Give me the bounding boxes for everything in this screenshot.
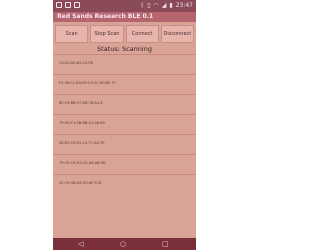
status-right-icons: ᛒ ▯ ◠ ◢ ▮ 23:47: [141, 1, 193, 10]
notification-icon: [74, 2, 80, 8]
device-address: 20:79:4D:09:D3:4F:7C6: [59, 181, 102, 185]
app-title: Red Sands Research BLE 0.1: [57, 13, 154, 20]
home-icon[interactable]: ○: [120, 240, 126, 248]
recent-apps-icon[interactable]: □: [162, 240, 169, 248]
list-item[interactable]: F2:58:F1:D3:0E:C3 5C:AF:BE 7T: [53, 74, 196, 94]
list-item[interactable]: 79:79:C9:D3:22:A8:A8:9D: [53, 154, 196, 174]
status-text: Status: Scanning: [97, 45, 152, 53]
toolbar-buttons: Scan Stop Scan Connect Disconnect: [55, 25, 194, 43]
status-time: 23:47: [175, 2, 193, 9]
vibrate-icon: ▯: [147, 2, 151, 9]
disconnect-button[interactable]: Disconnect: [160, 25, 194, 43]
list-item[interactable]: 79:3D:F1:2B:8B:12:A8:65: [53, 114, 196, 134]
wifi-icon: ◠: [153, 2, 159, 9]
list-item[interactable]: C4:52:A0:B3:12:FB: [53, 54, 196, 74]
device-address: 79:79:C9:D3:22:A8:A8:9D: [59, 161, 106, 165]
notification-icon: [65, 2, 71, 8]
stop-scan-button[interactable]: Stop Scan: [90, 25, 124, 43]
back-icon[interactable]: ◁: [78, 240, 83, 248]
device-address: 60:19:8B:97:8D:7B:A1:E: [59, 101, 103, 105]
device-list: C4:52:A0:B3:12:FB F2:58:F1:D3:0E:C3 5C:A…: [53, 54, 196, 194]
device-address: F2:58:F1:D3:0E:C3 5C:AF:BE 7T: [59, 81, 116, 85]
status-bar: ᛒ ▯ ◠ ◢ ▮ 23:47: [53, 0, 196, 12]
list-item[interactable]: 28:E2:03:D5:12:77:A0:7E: [53, 134, 196, 154]
battery-icon: ▮: [169, 2, 173, 9]
phone-screen: ᛒ ▯ ◠ ◢ ▮ 23:47 Red Sands Research BLE 0…: [53, 0, 196, 250]
list-item[interactable]: 20:79:4D:09:D3:4F:7C6: [53, 174, 196, 194]
status-left-icons: [56, 2, 80, 8]
scan-button[interactable]: Scan: [55, 25, 89, 43]
device-address: 79:3D:F1:2B:8B:12:A8:65: [59, 121, 105, 125]
notification-icon: [56, 2, 62, 8]
navigation-bar: ◁ ○ □: [53, 238, 196, 250]
signal-icon: ◢: [161, 2, 167, 9]
connect-button[interactable]: Connect: [125, 25, 159, 43]
list-item[interactable]: 60:19:8B:97:8D:7B:A1:E: [53, 94, 196, 114]
bluetooth-icon: ᛒ: [140, 2, 145, 9]
app-bar: Red Sands Research BLE 0.1: [53, 12, 196, 22]
device-address: C4:52:A0:B3:12:FB: [59, 61, 94, 65]
device-address: 28:E2:03:D5:12:77:A0:7E: [59, 141, 105, 145]
